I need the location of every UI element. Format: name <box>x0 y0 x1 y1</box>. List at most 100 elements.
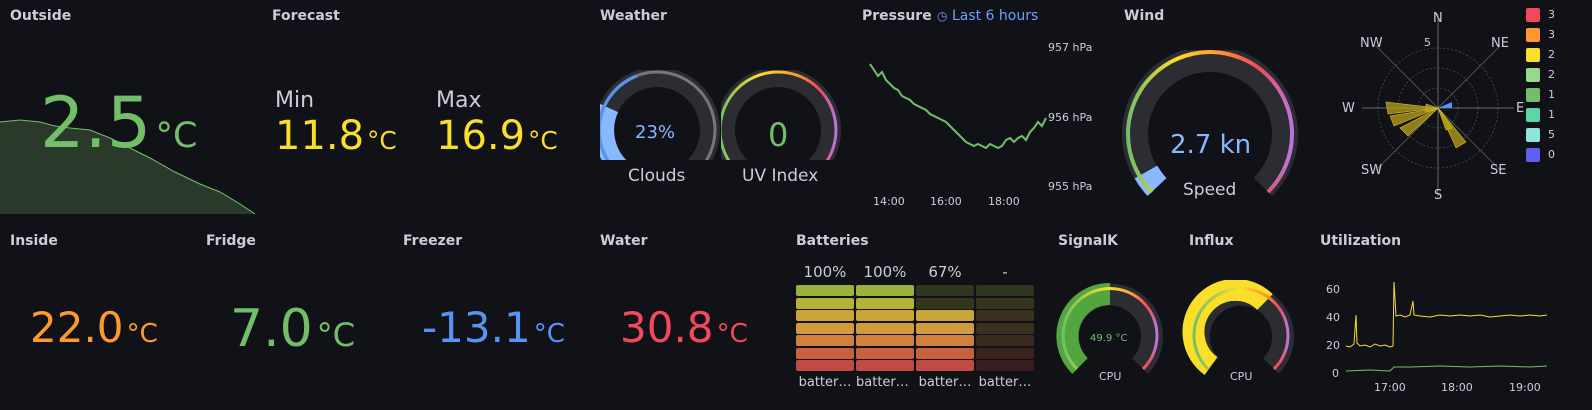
battery-segment <box>916 310 974 321</box>
battery-segment <box>976 285 1034 296</box>
battery-2-value: 67% <box>928 263 962 281</box>
forecast-max-value: 16.9 °C <box>436 116 558 156</box>
forecast-title: Forecast <box>272 8 340 24</box>
legend-swatch-4 <box>1526 88 1540 102</box>
compass-w: W <box>1342 101 1355 116</box>
battery-segment <box>916 297 974 309</box>
fridge-panel: Fridge 7.0 °C <box>196 225 393 410</box>
uv-value: 0 <box>768 116 789 154</box>
outside-panel: Outside 2.5 °C <box>0 0 262 220</box>
pressure-x-tick-2: 18:00 <box>988 195 1020 208</box>
legend-text-3: 2 <box>1548 68 1555 81</box>
clouds-value: 23% <box>635 122 676 143</box>
battery-segment <box>856 360 914 371</box>
legend-swatch-3 <box>1526 68 1540 82</box>
battery-segment <box>796 360 854 371</box>
forecast-max-unit: °C <box>528 126 558 155</box>
legend-swatch-0 <box>1526 8 1540 22</box>
pressure-chart: 957 hPa 956 hPa 955 hPa 14:00 16:00 18:0… <box>869 41 1092 208</box>
legend-swatch-1 <box>1526 28 1540 42</box>
battery-segment <box>856 285 914 296</box>
fridge-number: 7.0 <box>230 299 313 359</box>
util-y-tick-0: 60 <box>1326 283 1340 296</box>
weather-title: Weather <box>600 8 667 24</box>
wind-speed-value: 2.7 kn <box>1170 130 1252 160</box>
battery-segment <box>976 297 1034 309</box>
wind-panel: Wind 2.7 kn Speed 5 N NE E SE S SW W NW … <box>1114 0 1592 220</box>
outside-unit: °C <box>155 116 198 156</box>
batteries-panel: Batteries 100% 100% 67% - batter… batter… <box>786 225 1048 410</box>
water-unit: °C <box>716 319 748 349</box>
wind-speed-label: Speed <box>1183 180 1237 200</box>
batteries-title: Batteries <box>796 233 869 249</box>
battery-segment <box>856 335 914 346</box>
battery-segment <box>916 335 974 346</box>
inside-value: 22.0 °C <box>30 307 158 349</box>
freezer-value: -13.1 °C <box>422 307 565 349</box>
legend-swatch-7 <box>1526 148 1540 162</box>
battery-1-name: battery 1 <box>856 375 914 390</box>
battery-segment <box>916 347 974 359</box>
legend-text-2: 2 <box>1548 48 1555 61</box>
utilization-panel: Utilization 60 40 20 0 17:00 18:00 19:00 <box>1310 225 1592 410</box>
legend-swatch-6 <box>1526 128 1540 142</box>
battery-segment <box>976 335 1034 346</box>
util-x-tick-1: 18:00 <box>1441 381 1473 394</box>
uv-label: UV Index <box>742 166 819 186</box>
forecast-max-number: 16.9 <box>436 113 526 159</box>
util-x-tick-2: 19:00 <box>1509 381 1541 394</box>
wind-rose-radial-label: 5 <box>1424 36 1431 49</box>
wind-rose: 5 N NE E SE S SW W NW <box>1342 11 1524 203</box>
battery-segment <box>916 285 974 296</box>
clouds-label: Clouds <box>628 166 686 186</box>
battery-segment <box>916 322 974 334</box>
battery-segment <box>856 310 914 321</box>
legend-text-5: 1 <box>1548 108 1555 121</box>
battery-segment <box>976 347 1034 359</box>
battery-segment <box>796 347 854 359</box>
outside-number: 2.5 <box>40 82 152 164</box>
legend-swatch-5 <box>1526 108 1540 122</box>
weather-panel: Weather 23% Clouds 0 UV Index <box>590 0 852 220</box>
signalk-title: SignalK <box>1058 233 1118 249</box>
compass-nw: NW <box>1360 36 1383 51</box>
battery-0-name: batter… <box>798 375 852 390</box>
pressure-x-tick-1: 16:00 <box>930 195 962 208</box>
battery-segment <box>856 297 914 309</box>
utilization-chart: 60 40 20 0 17:00 18:00 19:00 <box>1326 281 1548 394</box>
battery-segment <box>796 335 854 346</box>
util-y-tick-3: 0 <box>1332 367 1339 380</box>
wind-legend: 3 3 2 2 1 1 5 0 <box>1526 8 1592 168</box>
battery-segment <box>796 297 854 309</box>
influx-cpu-label: CPU <box>1230 370 1253 383</box>
legend-swatch-2 <box>1526 48 1540 62</box>
battery-segment <box>856 322 914 334</box>
influx-panel: Influx 60.9 °C CPU <box>1179 225 1310 410</box>
wind-title: Wind <box>1124 8 1165 24</box>
battery-1-value: 100% <box>863 263 907 281</box>
battery-segment <box>856 347 914 359</box>
forecast-min-label: Min <box>275 88 315 113</box>
battery-3-name: batter… <box>978 375 1032 390</box>
battery-segment <box>796 285 854 296</box>
compass-sw: SW <box>1361 163 1382 178</box>
legend-text-4: 1 <box>1548 88 1555 101</box>
battery-segment <box>976 310 1034 321</box>
legend-text-7: 0 <box>1548 148 1555 161</box>
freezer-title: Freezer <box>403 233 463 249</box>
inside-title: Inside <box>10 233 58 249</box>
battery-segment <box>796 322 854 334</box>
compass-e: E <box>1516 101 1524 116</box>
inside-number: 22.0 <box>30 303 124 352</box>
inside-unit: °C <box>126 319 158 349</box>
util-x-tick-0: 17:00 <box>1374 381 1406 394</box>
forecast-min-unit: °C <box>367 126 397 155</box>
pressure-y-tick-2: 955 hPa <box>1048 180 1092 193</box>
water-value: 30.8 °C <box>620 307 748 349</box>
compass-ne: NE <box>1491 36 1509 51</box>
signalk-cpu-label: CPU <box>1099 370 1122 383</box>
legend-text-6: 5 <box>1548 128 1555 141</box>
legend-text-1: 3 <box>1548 28 1555 41</box>
battery-segment <box>976 360 1034 371</box>
legend-text-0: 3 <box>1548 8 1555 21</box>
